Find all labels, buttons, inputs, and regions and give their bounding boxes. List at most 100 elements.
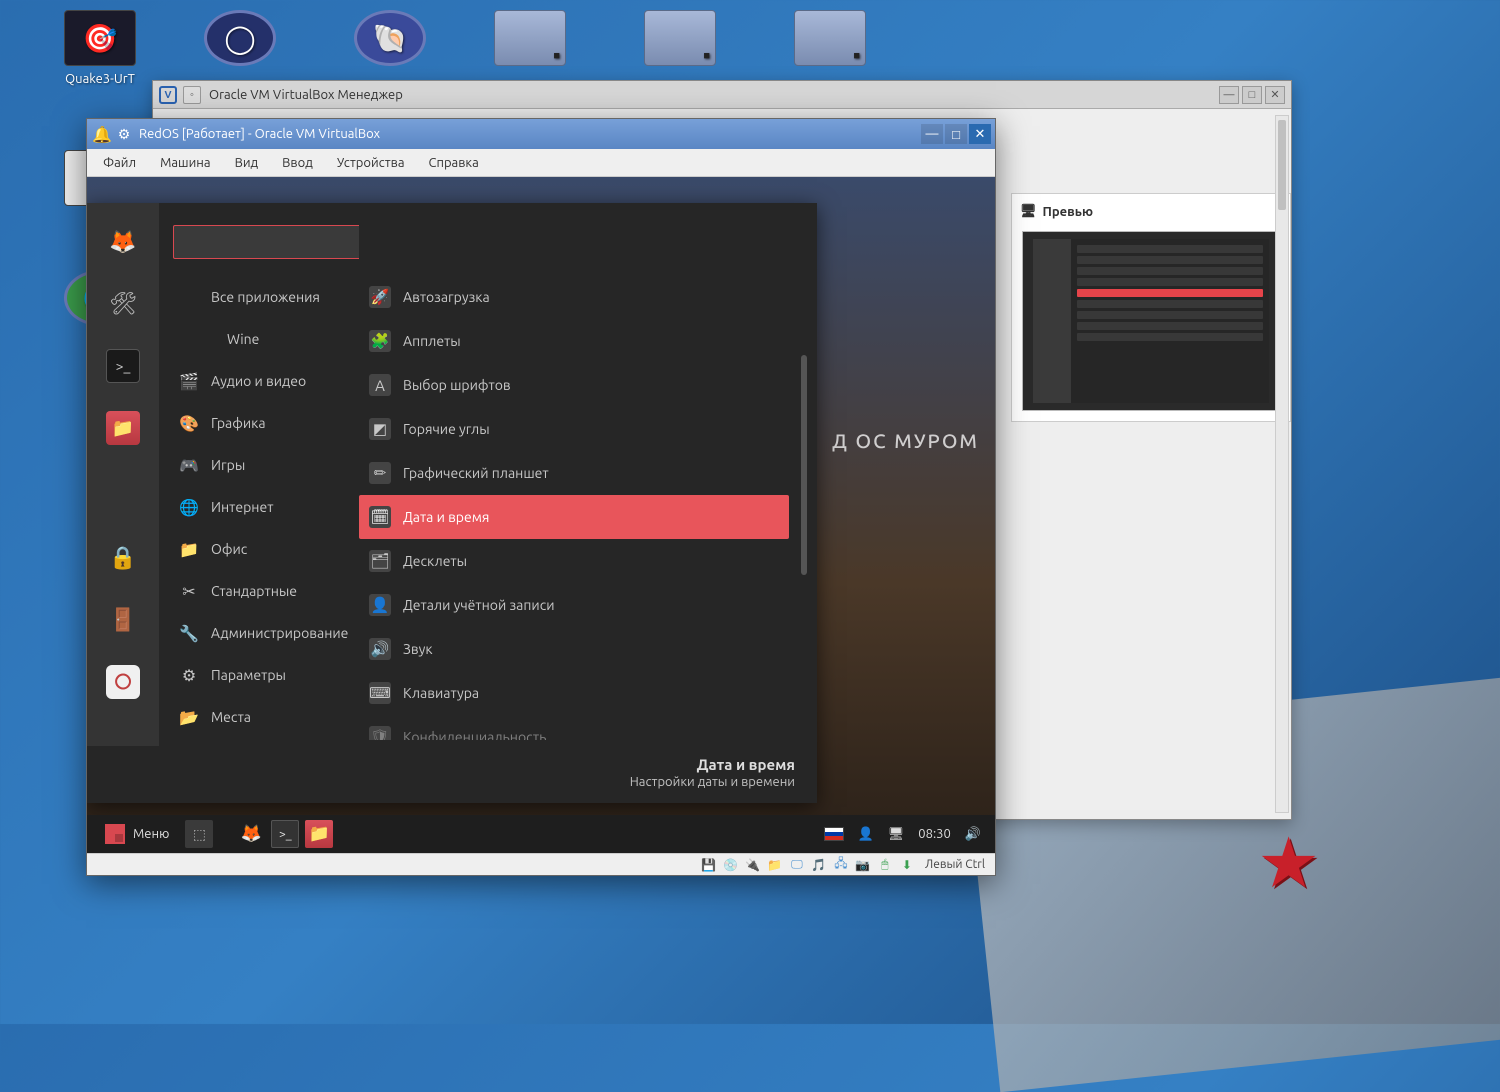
app-item[interactable]: ⌨Клавиатура (359, 671, 789, 715)
menu-button[interactable]: Меню (95, 820, 179, 848)
category-item[interactable]: 🔧Администрирование (169, 613, 353, 653)
app-label: Десклеты (403, 553, 467, 569)
category-item[interactable]: 🎨Графика (169, 403, 353, 443)
vm-minimize-button[interactable]: — (921, 124, 943, 144)
preview-panel: Превью (1011, 193, 1291, 422)
settings-gear-icon[interactable]: ⚙ (113, 123, 135, 145)
volume-icon[interactable]: 🔊 (965, 827, 981, 842)
category-item[interactable]: ✂Стандартные (169, 571, 353, 611)
vm-menubar[interactable]: Файл Машина Вид Ввод Устройства Справка (87, 149, 995, 177)
manager-scrollbar[interactable] (1275, 115, 1289, 813)
category-item[interactable]: 🎮Игры (169, 445, 353, 485)
desktop-icon-quake[interactable]: 🎯 Quake3-UrT (40, 10, 160, 86)
app-icon: 🗓 (369, 506, 391, 528)
fav-lock-icon[interactable]: 🔒 (106, 541, 140, 575)
status-display-icon[interactable]: 🖵 (789, 857, 805, 873)
pin-icon[interactable]: ◦ (183, 86, 201, 104)
clock[interactable]: 08:30 (918, 827, 951, 841)
app-icon: ◩ (369, 418, 391, 440)
status-hdd-icon[interactable]: 💾 (701, 857, 717, 873)
app-item[interactable]: ◩Горячие углы (359, 407, 789, 451)
fav-terminal-icon[interactable]: >_ (106, 349, 140, 383)
menu-input[interactable]: Ввод (272, 152, 323, 174)
app-label: Апплеты (403, 333, 461, 349)
category-icon: 🌐 (179, 497, 199, 517)
virtualbox-icon: V (159, 86, 177, 104)
desktop-folder-1[interactable] (470, 10, 590, 72)
status-net-icon[interactable]: 🖧 (833, 857, 849, 873)
desktop-icon-seamonkey[interactable]: 🐚 (330, 10, 450, 72)
desktop-folder-2[interactable] (620, 10, 740, 72)
category-item[interactable]: Все приложения (169, 277, 353, 317)
status-audio-icon[interactable]: 🎵 (811, 857, 827, 873)
category-label: Аудио и видео (211, 373, 306, 389)
menu-devices[interactable]: Устройства (327, 152, 415, 174)
menu-help[interactable]: Справка (419, 152, 489, 174)
preview-thumbnail[interactable] (1022, 231, 1280, 411)
favorites-column: 🦊 🛠 >_ 📁 🔒 🚪 ⭘ (87, 203, 159, 746)
app-item[interactable]: 👤Детали учётной записи (359, 583, 789, 627)
taskbar-terminal-icon[interactable]: >_ (271, 820, 299, 848)
footer-title: Дата и время (109, 756, 795, 773)
apps-scrollbar[interactable] (801, 355, 807, 575)
category-icon: 📂 (179, 707, 199, 727)
menu-machine[interactable]: Машина (150, 152, 221, 174)
fav-settings-icon[interactable]: 🛠 (106, 287, 140, 321)
category-label: Администрирование (211, 625, 348, 641)
app-item[interactable]: 🗂Десклеты (359, 539, 789, 583)
keyboard-layout-flag-icon[interactable] (824, 827, 844, 841)
app-item[interactable]: AВыбор шрифтов (359, 363, 789, 407)
menu-file[interactable]: Файл (93, 152, 146, 174)
app-item[interactable]: 🗓Дата и время (359, 495, 789, 539)
category-item[interactable]: 📁Офис (169, 529, 353, 569)
category-item[interactable]: 🌐Интернет (169, 487, 353, 527)
app-item[interactable]: ✏Графический планшет (359, 451, 789, 495)
user-icon[interactable]: 👤 (858, 827, 874, 842)
status-optical-icon[interactable]: 💿 (723, 857, 739, 873)
vm-window[interactable]: 🔔 ⚙ RedOS [Работает] - Oracle VM Virtual… (86, 118, 996, 876)
taskbar-workspace-icon[interactable]: ⬚ (185, 820, 213, 848)
search-input[interactable] (173, 225, 359, 259)
app-item[interactable]: 🔊Звук (359, 627, 789, 671)
fav-files-icon[interactable]: 📁 (106, 411, 140, 445)
maximize-button[interactable]: □ (1242, 86, 1262, 104)
category-icon: ✂ (179, 581, 199, 601)
status-hostkey-icon[interactable]: ⬇ (899, 857, 915, 873)
taskbar-firefox-icon[interactable]: 🦊 (237, 820, 265, 848)
fav-firefox-icon[interactable]: 🦊 (106, 225, 140, 259)
menu-view[interactable]: Вид (225, 152, 269, 174)
status-rec-icon[interactable]: 📷 (855, 857, 871, 873)
guest-screen[interactable]: Д ОС МУРОМ 🦊 🛠 >_ 📁 🔒 🚪 ⭘ (87, 177, 995, 853)
category-icon (179, 287, 199, 307)
category-item[interactable]: ⚙Параметры (169, 655, 353, 695)
app-item[interactable]: 🧩Апплеты (359, 319, 789, 363)
desktop-icon-chromium[interactable]: ◯ (180, 10, 300, 72)
status-mouse-icon[interactable]: 🖱 (877, 857, 893, 873)
category-item[interactable]: 📂Места (169, 697, 353, 737)
guest-taskbar[interactable]: Меню ⬚ 🦊 >_ 📁 👤 🖥 08:30 🔊 (87, 815, 995, 853)
taskbar-files-icon[interactable]: 📁 (305, 820, 333, 848)
fav-logout-icon[interactable]: 🚪 (106, 603, 140, 637)
close-button[interactable]: ✕ (1265, 86, 1285, 104)
fav-power-icon[interactable]: ⭘ (106, 665, 140, 699)
manager-titlebar[interactable]: V ◦ Oracle VM VirtualBox Менеджер — □ ✕ (153, 81, 1291, 109)
category-label: Графика (211, 415, 266, 431)
app-item[interactable]: 🛡Конфиденциальность (359, 715, 789, 740)
app-label: Графический планшет (403, 465, 549, 481)
manager-title: Oracle VM VirtualBox Менеджер (209, 88, 403, 102)
vm-titlebar[interactable]: 🔔 ⚙ RedOS [Работает] - Oracle VM Virtual… (87, 119, 995, 149)
status-shared-icon[interactable]: 📁 (767, 857, 783, 873)
minimize-button[interactable]: — (1219, 86, 1239, 104)
app-item[interactable]: 🚀Автозагрузка (359, 275, 789, 319)
category-item[interactable]: Wine (169, 319, 353, 359)
notification-bell-icon[interactable]: 🔔 (91, 123, 113, 145)
status-usb-icon[interactable]: 🔌 (745, 857, 761, 873)
category-item[interactable]: 🎬Аудио и видео (169, 361, 353, 401)
vm-status-bar: 💾 💿 🔌 📁 🖵 🎵 🖧 📷 🖱 ⬇ Левый Ctrl (87, 853, 995, 875)
desktop-folder-3[interactable] (770, 10, 890, 72)
vm-maximize-button[interactable]: □ (945, 124, 967, 144)
vm-close-button[interactable]: ✕ (969, 124, 991, 144)
display-icon[interactable]: 🖥 (888, 827, 905, 842)
preview-header: Превью (1018, 200, 1284, 227)
application-menu[interactable]: 🦊 🛠 >_ 📁 🔒 🚪 ⭘ 🔍 (87, 203, 817, 803)
